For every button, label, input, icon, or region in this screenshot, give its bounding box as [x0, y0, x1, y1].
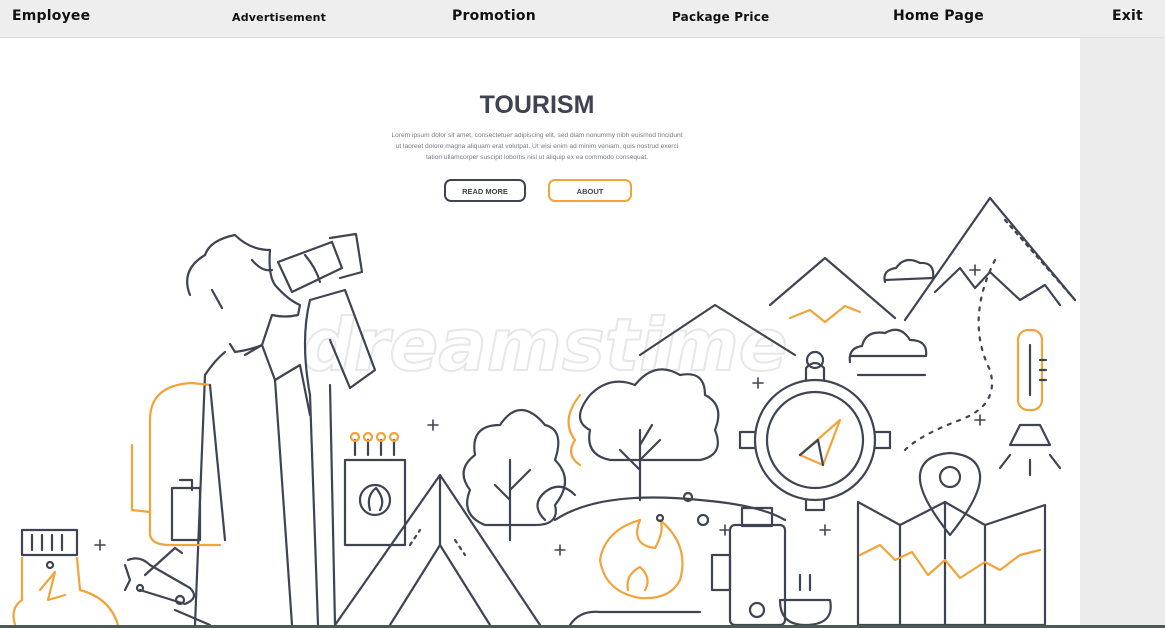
binoculars-icon	[276, 232, 364, 294]
thermometer-icon	[1016, 328, 1048, 412]
campfire-icon	[568, 491, 710, 627]
backpack-icon	[130, 381, 227, 547]
cloud-icon	[848, 328, 928, 364]
nav-home-page[interactable]: Home Page	[893, 8, 984, 24]
hero-banner: TOURISM Lorem ipsum dolor sit amet, cons…	[0, 38, 1080, 628]
cloud-icon	[883, 258, 935, 284]
tree-icon	[567, 368, 720, 502]
hero-description-line-2: ut laoreet dolore magna aliquam erat vol…	[396, 143, 679, 150]
watermark: dreamstime	[302, 303, 787, 387]
read-more-button[interactable]: READ MORE	[444, 179, 526, 202]
hero-title: TOURISM	[480, 91, 595, 119]
top-nav-bar: Employee Advertisement Promotion Package…	[0, 0, 1165, 38]
tourism-illustration: TOURISM Lorem ipsum dolor sit amet, cons…	[12, 91, 1077, 627]
nav-package-price[interactable]: Package Price	[672, 10, 769, 24]
flashlight-icon	[998, 423, 1062, 477]
nav-advertisement[interactable]: Advertisement	[232, 11, 326, 24]
read-more-label: READ MORE	[462, 187, 508, 196]
map-icon	[856, 500, 1047, 627]
hero-description-line-3: tation ullamcorper suscipit lobortis nis…	[426, 154, 648, 161]
about-button[interactable]: ABOUT	[548, 179, 632, 202]
tree-icon	[462, 409, 567, 542]
nav-exit[interactable]: Exit	[1112, 8, 1143, 24]
side-panel	[1080, 38, 1165, 628]
hero-description-line-1: Lorem ipsum dolor sit amet, consectetuer…	[391, 132, 682, 139]
matches-icon	[343, 431, 407, 547]
location-pin-icon	[918, 451, 982, 537]
thermos-icon	[710, 506, 832, 627]
about-label: ABOUT	[577, 187, 604, 196]
nav-employee[interactable]: Employee	[12, 8, 90, 24]
nav-promotion[interactable]: Promotion	[452, 8, 536, 24]
